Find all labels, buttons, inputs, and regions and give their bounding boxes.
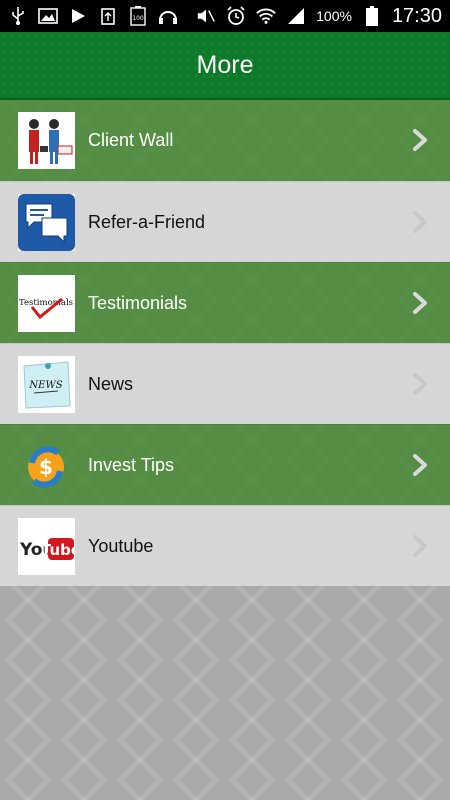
svg-text:Testimonials: Testimonials [19, 298, 73, 308]
chevron-right-icon [413, 535, 427, 557]
invest-dollar-thumbnail: $ [18, 437, 75, 494]
status-bar: 100 100% 17:30 [0, 0, 450, 32]
client-wall-thumbnail [18, 112, 75, 169]
menu-item-invest-tips[interactable]: $ Invest Tips [0, 424, 450, 505]
wifi-icon [256, 6, 276, 26]
menu-item-news[interactable]: NEWS News [0, 343, 450, 424]
svg-text:NEWS: NEWS [28, 380, 62, 391]
chevron-right-icon [413, 454, 427, 476]
svg-text:100: 100 [132, 15, 144, 22]
menu-item-youtube[interactable]: You Tube Youtube [0, 505, 450, 586]
battery-percent: 100% [316, 8, 352, 24]
status-right-icons: 100% 17:30 [196, 5, 442, 28]
menu-item-refer-a-friend[interactable]: Refer-a-Friend [0, 181, 450, 262]
menu-item-label: Testimonials [88, 293, 188, 313]
battery-icon [362, 6, 382, 26]
speech-bubbles-thumbnail [18, 194, 75, 251]
chevron-right-icon [413, 292, 427, 314]
page-title: More [196, 50, 254, 79]
menu-item-label: Invest Tips [88, 455, 175, 475]
menu-list: Client Wall Refer-a-Friend Testimonials … [0, 100, 450, 586]
clock-time: 17:30 [391, 4, 442, 27]
chevron-right-icon [413, 129, 427, 151]
app-header: More [0, 32, 450, 100]
menu-item-label: Youtube [88, 536, 154, 556]
usb-icon [8, 6, 28, 26]
menu-item-testimonials[interactable]: Testimonials Testimonials [0, 262, 450, 343]
svg-text:$: $ [39, 455, 53, 479]
svg-text:Tube: Tube [41, 541, 75, 559]
news-note-thumbnail: NEWS [18, 356, 75, 413]
mute-icon [196, 6, 216, 26]
menu-item-client-wall[interactable]: Client Wall [0, 100, 450, 181]
battery-badge-icon: 100 [128, 6, 148, 26]
menu-item-label: Client Wall [88, 130, 174, 150]
chevron-right-icon [413, 373, 427, 395]
menu-item-label: News [88, 374, 134, 394]
signal-icon [286, 6, 306, 26]
alarm-icon [226, 6, 246, 26]
play-icon [68, 6, 88, 26]
testimonials-thumbnail: Testimonials [18, 275, 75, 332]
recycle-icon [98, 6, 118, 26]
image-icon [38, 6, 58, 26]
chevron-right-icon [413, 211, 427, 233]
menu-item-label: Refer-a-Friend [88, 212, 206, 232]
youtube-logo-thumbnail: You Tube [18, 518, 75, 575]
status-left-icons: 100 [8, 6, 178, 26]
headphones-icon [158, 6, 178, 26]
